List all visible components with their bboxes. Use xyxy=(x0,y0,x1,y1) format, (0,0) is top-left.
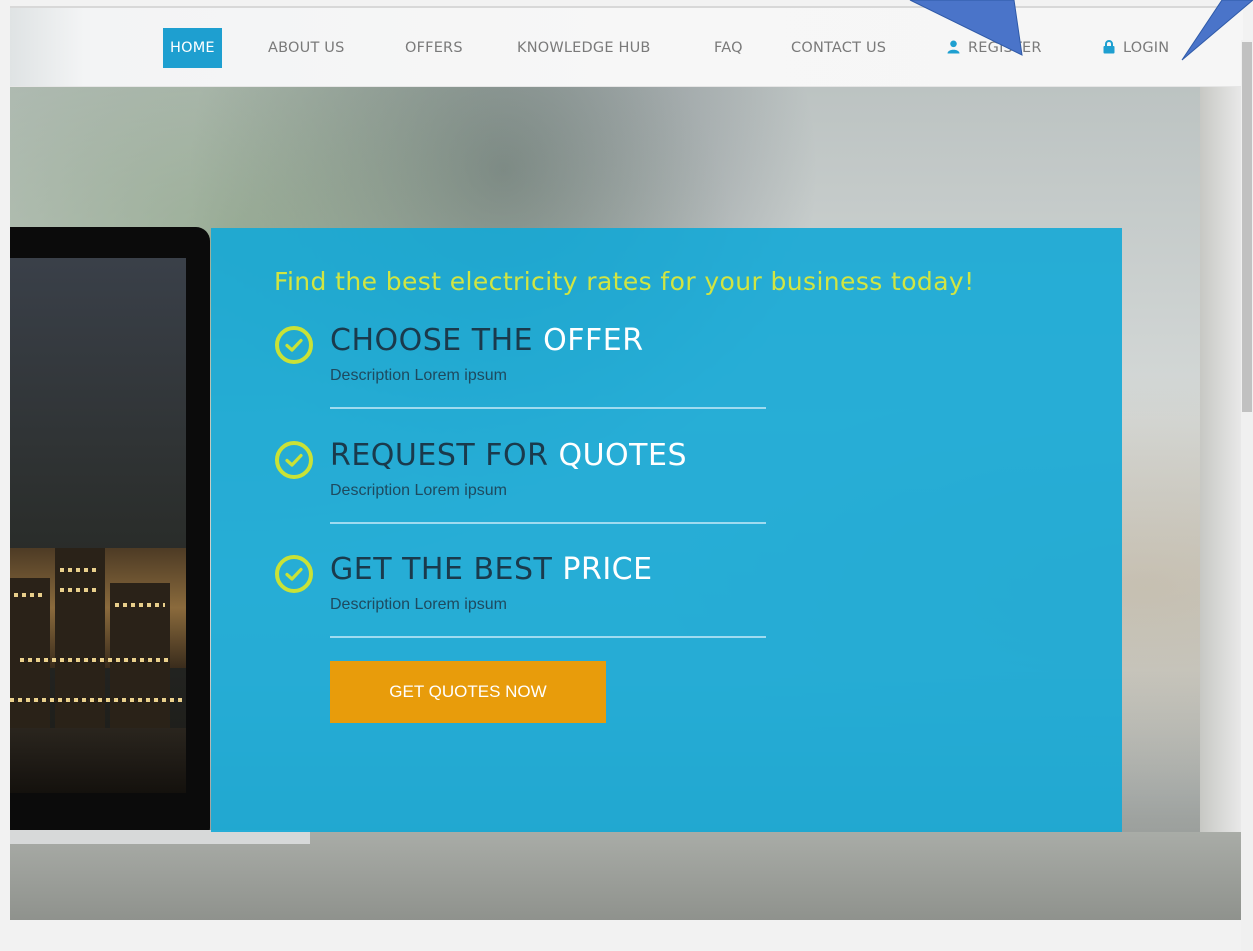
nav-offers-label: OFFERS xyxy=(405,40,463,56)
step-description: Description Lorem ipsum xyxy=(330,482,507,499)
step-title-highlight: PRICE xyxy=(562,552,653,587)
scrollbar-thumb[interactable] xyxy=(1242,42,1252,412)
nav-register[interactable]: REGISTER xyxy=(947,28,1042,68)
hero-tagline: Find the best electricity rates for your… xyxy=(274,267,975,296)
nav-register-label: REGISTER xyxy=(968,40,1042,56)
nav-login-label: LOGIN xyxy=(1123,40,1170,56)
nav-faq-label: FAQ xyxy=(714,40,743,56)
nav-knowledge-hub-label: KNOWLEDGE HUB xyxy=(517,40,651,56)
step-title-highlight: QUOTES xyxy=(558,438,687,473)
nav-contact-us-label: CONTACT US xyxy=(791,40,887,56)
laptop-base xyxy=(10,830,310,844)
step-description: Description Lorem ipsum xyxy=(330,596,507,613)
nav-offers[interactable]: OFFERS xyxy=(405,28,463,68)
get-quotes-button[interactable]: GET QUOTES NOW xyxy=(330,661,606,723)
step-title-prefix: REQUEST FOR xyxy=(330,438,559,473)
nav-home-label: HOME xyxy=(170,40,215,56)
nav-home[interactable]: HOME xyxy=(163,28,222,68)
hero-panel: Find the best electricity rates for your… xyxy=(211,228,1122,832)
nav-contact-us[interactable]: CONTACT US xyxy=(791,28,886,68)
step-title-highlight: OFFER xyxy=(543,323,644,358)
step-title-prefix: CHOOSE THE xyxy=(330,323,544,358)
step-title: REQUEST FOR QUOTES xyxy=(330,438,687,473)
building-lights xyxy=(60,588,100,592)
building-lights xyxy=(20,658,170,662)
check-circle-icon xyxy=(275,555,313,593)
scrollbar[interactable] xyxy=(1241,40,1253,951)
laptop-screen xyxy=(10,258,186,793)
step-title: CHOOSE THE OFFER xyxy=(330,323,644,358)
nav-about-us[interactable]: ABOUT US xyxy=(268,28,345,68)
navigation-bar: HOME ABOUT US OFFERS KNOWLEDGE HUB FAQ C… xyxy=(10,8,1243,87)
step-divider xyxy=(330,522,766,524)
step-title: GET THE BEST PRICE xyxy=(330,552,653,587)
step-divider xyxy=(330,636,766,638)
building-lights xyxy=(60,568,100,572)
nav-login[interactable]: LOGIN xyxy=(1103,28,1169,68)
city-water xyxy=(10,728,186,793)
lock-icon xyxy=(1103,39,1115,53)
user-icon xyxy=(947,40,960,53)
nav-about-us-label: ABOUT US xyxy=(268,40,345,56)
background-post xyxy=(1200,87,1243,920)
building-lights xyxy=(10,698,186,702)
step-title-prefix: GET THE BEST xyxy=(330,552,563,587)
step-description: Description Lorem ipsum xyxy=(330,367,507,384)
step-divider xyxy=(330,407,766,409)
check-circle-icon xyxy=(275,441,313,479)
laptop-image xyxy=(10,227,210,842)
check-circle-icon xyxy=(275,326,313,364)
building-lights xyxy=(14,593,44,597)
city-building xyxy=(10,578,50,728)
building-lights xyxy=(115,603,165,607)
desk-surface xyxy=(10,832,1243,920)
nav-knowledge-hub[interactable]: KNOWLEDGE HUB xyxy=(517,28,651,68)
nav-faq[interactable]: FAQ xyxy=(714,28,743,68)
